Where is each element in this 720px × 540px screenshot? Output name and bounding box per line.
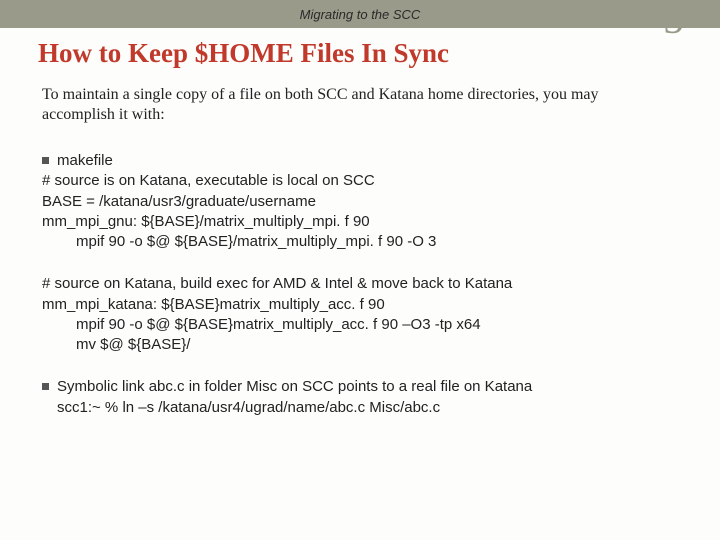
page-number: 5 [663,0,684,44]
square-bullet-icon [42,157,49,164]
code-line: mpif 90 -o $@ ${BASE}matrix_multiply_acc… [42,315,672,335]
code-line: scc1:~ % ln –s /katana/usr4/ugrad/name/a… [42,398,672,418]
breadcrumb: Migrating to the SCC [300,7,421,22]
intro-text: To maintain a single copy of a file on b… [42,85,672,125]
bullet-symlink: Symbolic link abc.c in folder Misc on SC… [42,377,672,397]
code-line: # source on Katana, build exec for AMD &… [42,274,672,294]
square-bullet-icon [42,383,49,390]
bullet-makefile: makefile [42,151,672,171]
code-line: BASE = /katana/usr3/graduate/username [42,192,672,212]
page-title: How to Keep $HOME Files In Sync [38,38,720,69]
code-line: # source is on Katana, executable is loc… [42,171,672,191]
code-line: mm_mpi_gnu: ${BASE}/matrix_multiply_mpi.… [42,212,672,232]
slide-content: To maintain a single copy of a file on b… [0,69,720,418]
code-line: mm_mpi_katana: ${BASE}matrix_multiply_ac… [42,295,672,315]
header-bar: Migrating to the SCC [0,0,720,28]
bullet-label: Symbolic link abc.c in folder Misc on SC… [57,377,532,397]
code-line: mv $@ ${BASE}/ [42,335,672,355]
code-line: mpif 90 -o $@ ${BASE}/matrix_multiply_mp… [42,232,672,252]
bullet-label: makefile [57,151,113,171]
